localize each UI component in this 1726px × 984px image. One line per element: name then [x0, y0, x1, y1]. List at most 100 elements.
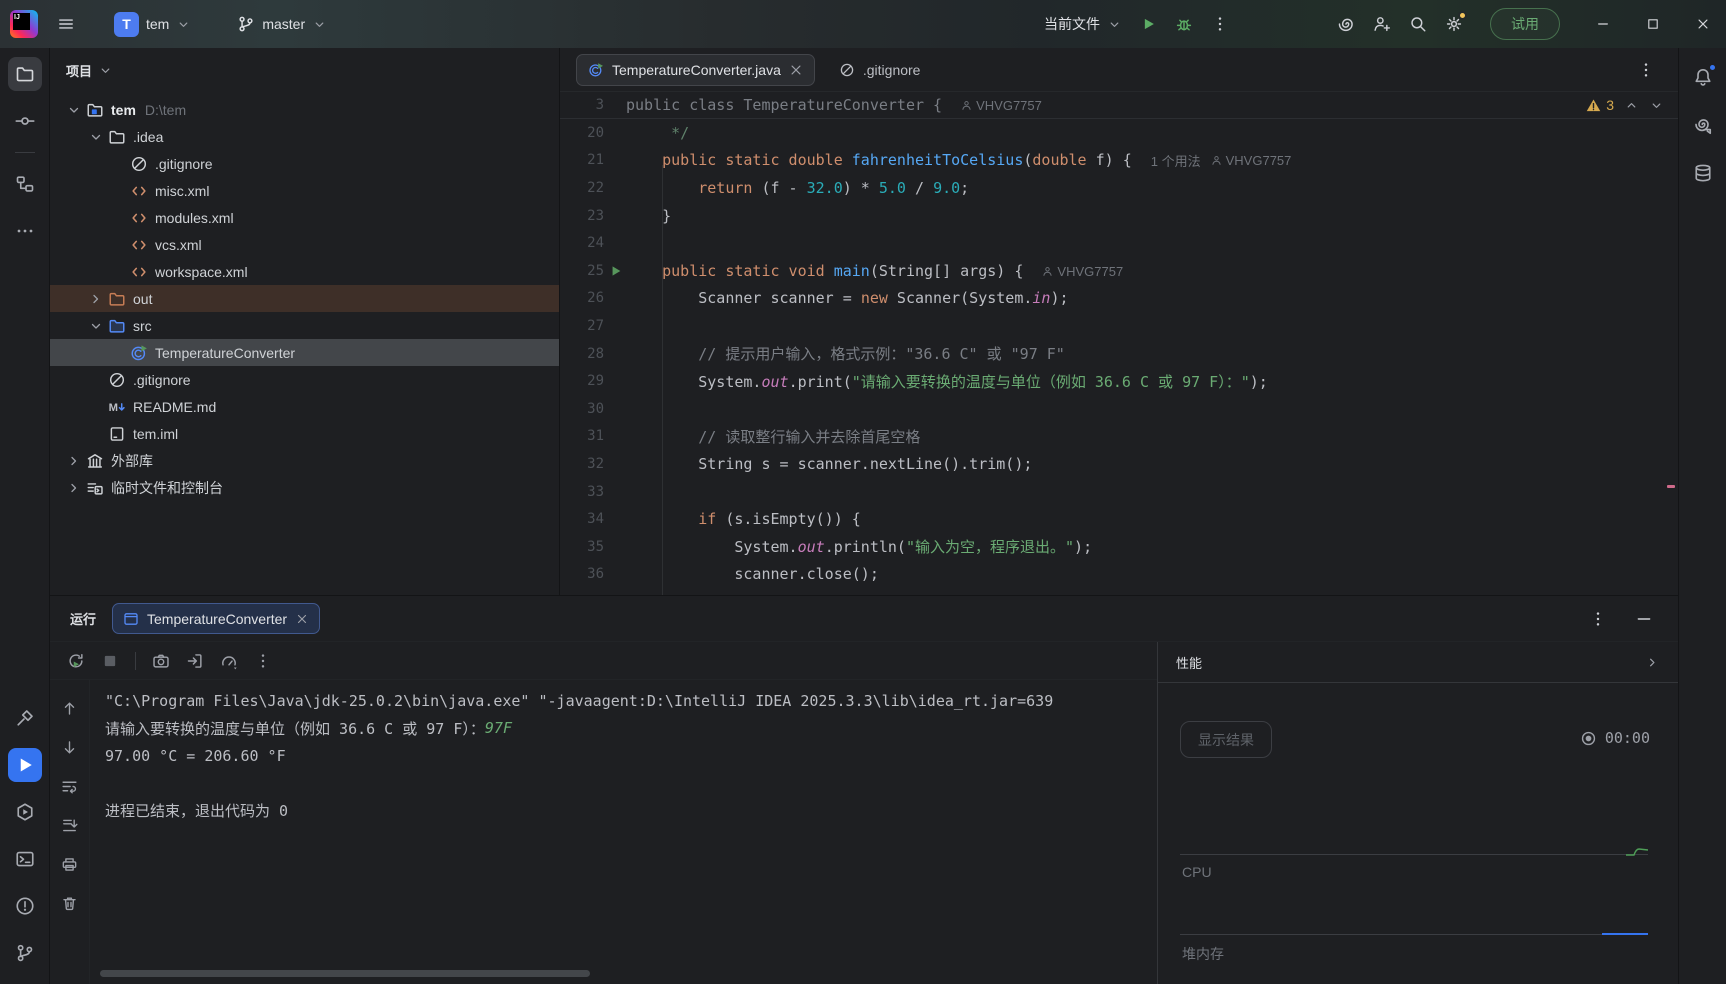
- maximize-window-button[interactable]: [1630, 0, 1676, 48]
- more-run-options-button[interactable]: [1204, 8, 1236, 40]
- code-with-me-button[interactable]: [1366, 8, 1398, 40]
- gutter-spacer: [606, 506, 626, 533]
- tree-item[interactable]: TemperatureConverter: [50, 339, 559, 366]
- close-window-button[interactable]: [1680, 0, 1726, 48]
- previous-problem-icon[interactable]: [1624, 98, 1639, 113]
- line-number: 32: [560, 456, 604, 472]
- gauge-button[interactable]: [215, 647, 243, 675]
- warnings-badge[interactable]: 3: [1586, 97, 1614, 113]
- tool-button-services[interactable]: [8, 795, 42, 829]
- run-line-icon[interactable]: [606, 257, 626, 284]
- tree-item[interactable]: workspace.xml: [50, 258, 559, 285]
- more-icon: [15, 221, 35, 241]
- line-number: 20: [560, 125, 604, 141]
- console-zone: "C:\Program Files\Java\jdk-25.0.2\bin\ja…: [50, 642, 1157, 984]
- tree-item[interactable]: .gitignore: [50, 150, 559, 177]
- settings-button[interactable]: [1438, 8, 1470, 40]
- run-tab-label: TemperatureConverter: [147, 611, 287, 627]
- close-run-tab-icon[interactable]: [295, 612, 309, 626]
- scroll-end-icon: [61, 817, 78, 834]
- tree-item[interactable]: 外部库: [50, 447, 559, 474]
- tool-button-commit[interactable]: [8, 104, 42, 138]
- tool-button-structure[interactable]: [8, 167, 42, 201]
- next-problem-icon[interactable]: [1649, 98, 1664, 113]
- editor-options-button[interactable]: [1630, 54, 1662, 86]
- author-inlay[interactable]: VHVG7757: [1042, 264, 1123, 279]
- tab-label: TemperatureConverter.java: [612, 62, 781, 78]
- debug-button[interactable]: [1168, 8, 1200, 40]
- hide-run-panel-button[interactable]: [1628, 603, 1660, 635]
- project-widget[interactable]: T tem: [108, 8, 197, 41]
- tool-button-ai-chat[interactable]: [1686, 108, 1720, 142]
- printer-button[interactable]: [58, 852, 82, 876]
- minimize-window-button[interactable]: [1580, 0, 1626, 48]
- ai-assistant-button[interactable]: [1330, 8, 1362, 40]
- scroll-end-button[interactable]: [58, 813, 82, 837]
- rerun-button[interactable]: [62, 647, 90, 675]
- tool-button-project-folder[interactable]: [8, 57, 42, 91]
- author-inlay[interactable]: VHVG7757: [961, 98, 1042, 113]
- tree-item[interactable]: misc.xml: [50, 177, 559, 204]
- tree-item[interactable]: modules.xml: [50, 204, 559, 231]
- camera-button[interactable]: [147, 647, 175, 675]
- terminal-icon: [15, 849, 35, 869]
- code-line: 26 Scanner scanner = new Scanner(System.…: [560, 285, 1678, 313]
- tool-button-terminal[interactable]: [8, 842, 42, 876]
- main-area: 项目 temD:\tem.idea.gitignoremisc.xmlmodul…: [0, 48, 1726, 984]
- close-tab-icon[interactable]: [789, 63, 803, 77]
- tool-button-build[interactable]: [8, 701, 42, 735]
- code-area[interactable]: 20 */21 public static double fahrenheitT…: [560, 119, 1678, 595]
- code-line: 31 // 读取整行输入并去除首尾空格: [560, 423, 1678, 451]
- scrollbar-error-stripe-mark[interactable]: [1667, 485, 1675, 488]
- kebab-button[interactable]: [249, 647, 277, 675]
- tree-item[interactable]: src: [50, 312, 559, 339]
- trial-button[interactable]: 试用: [1490, 8, 1560, 40]
- tool-button-problems[interactable]: [8, 889, 42, 923]
- trash-button[interactable]: [58, 891, 82, 915]
- editor-tab[interactable]: TemperatureConverter.java: [576, 54, 815, 86]
- add-user-icon: [1373, 15, 1391, 33]
- tree-item[interactable]: .gitignore: [50, 366, 559, 393]
- tool-button-database[interactable]: [1686, 156, 1720, 190]
- tree-item[interactable]: .idea: [50, 123, 559, 150]
- tree-item[interactable]: 临时文件和控制台: [50, 474, 559, 501]
- search-everywhere-button[interactable]: [1402, 8, 1434, 40]
- sticky-line[interactable]: 3 public class TemperatureConverter { VH…: [560, 92, 1678, 119]
- vcs-branch-widget[interactable]: master: [231, 11, 333, 37]
- stop-button[interactable]: [96, 647, 124, 675]
- search-icon: [1409, 15, 1427, 33]
- run-tab[interactable]: TemperatureConverter: [112, 603, 320, 634]
- tree-item[interactable]: MREADME.md: [50, 393, 559, 420]
- main-menu-button[interactable]: [50, 8, 82, 40]
- console-output[interactable]: "C:\Program Files\Java\jdk-25.0.2\bin\ja…: [90, 680, 1157, 984]
- ignored-icon: [839, 62, 855, 78]
- tree-item[interactable]: vcs.xml: [50, 231, 559, 258]
- show-results-button[interactable]: 显示结果: [1180, 721, 1272, 758]
- tool-button-notifications[interactable]: [1686, 60, 1720, 94]
- author-inlay[interactable]: VHVG7757: [1211, 153, 1292, 168]
- editor-tab[interactable]: .gitignore: [827, 54, 933, 86]
- line-number: 27: [560, 318, 604, 334]
- ai-chat-icon: [1693, 115, 1713, 135]
- run-button[interactable]: [1132, 8, 1164, 40]
- horizontal-scrollbar[interactable]: [100, 970, 590, 977]
- arrow-down-button[interactable]: [58, 735, 82, 759]
- tree-item[interactable]: out: [50, 285, 559, 312]
- editor-inspections-widget: 3: [1586, 97, 1678, 113]
- tool-button-more[interactable]: [8, 214, 42, 248]
- run-panel-options-button[interactable]: [1582, 603, 1614, 635]
- tree-item[interactable]: temD:\tem: [50, 96, 559, 123]
- tree-item-label: tem: [111, 102, 136, 118]
- run-configuration-selector[interactable]: 当前文件: [1038, 10, 1128, 38]
- softwrap-button[interactable]: [58, 774, 82, 798]
- project-panel-header[interactable]: 项目: [50, 48, 559, 92]
- arrow-up-button[interactable]: [58, 696, 82, 720]
- tree-item[interactable]: tem.iml: [50, 420, 559, 447]
- tool-button-vcs[interactable]: [8, 936, 42, 970]
- tool-button-run[interactable]: [8, 748, 42, 782]
- sticky-line-text: public class TemperatureConverter {: [626, 96, 951, 114]
- attach-button[interactable]: [181, 647, 209, 675]
- folder-project-icon: [86, 101, 104, 119]
- usages-inlay[interactable]: 1 个用法: [1151, 151, 1201, 170]
- performance-panel-header[interactable]: 性能: [1158, 642, 1678, 683]
